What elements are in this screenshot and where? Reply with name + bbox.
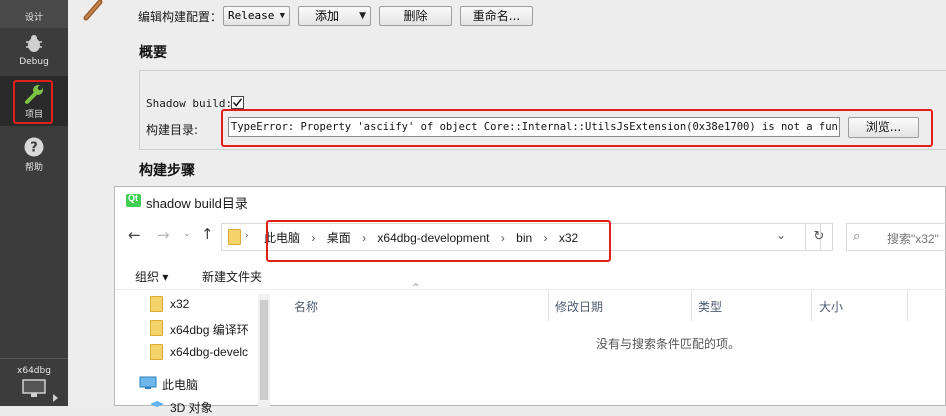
column-header-name[interactable]: 名称 xyxy=(294,298,318,315)
empty-results-message: 没有与搜索条件匹配的项。 xyxy=(596,337,741,351)
column-header-date[interactable]: 修改日期 xyxy=(555,298,603,315)
up-arrow-icon[interactable]: ↑ xyxy=(201,225,214,243)
overview-section-title: 概要 xyxy=(139,45,167,61)
search-placeholder: 搜索"x32" xyxy=(887,232,939,246)
debug-bug-icon xyxy=(26,35,42,52)
recent-dropdown-icon[interactable]: ⌄ xyxy=(183,229,191,239)
3d-objects-icon xyxy=(150,401,164,407)
chevron-down-icon: ▼ xyxy=(359,11,366,21)
project-highlight-box xyxy=(13,80,53,124)
monitor-icon xyxy=(22,379,46,397)
search-icon: ⌕ xyxy=(853,229,861,244)
mode-design-label: 设计 xyxy=(24,13,43,23)
build-config-label: 编辑构建配置： xyxy=(138,10,223,24)
svg-text:?: ? xyxy=(30,141,38,156)
chevron-down-icon: ▼ xyxy=(279,11,285,21)
add-config-label: 添加 xyxy=(315,9,340,23)
column-header-size[interactable]: 大小 xyxy=(819,298,843,315)
organize-menu-button[interactable]: 组织 ▾ xyxy=(135,268,168,285)
tree-item-this-pc[interactable]: 此电脑 xyxy=(162,376,198,393)
back-arrow-icon[interactable]: ← xyxy=(128,226,141,244)
kit-arrow-icon xyxy=(53,394,58,402)
forward-arrow-icon[interactable]: → xyxy=(157,226,170,244)
column-separator xyxy=(811,291,812,321)
mode-help-button[interactable]: ? 帮助 xyxy=(0,136,68,173)
folder-icon xyxy=(150,296,163,312)
chevron-right-icon: › xyxy=(245,231,249,241)
folder-icon xyxy=(150,320,163,336)
scrollbar-thumb[interactable] xyxy=(260,300,268,400)
shadow-build-checkbox[interactable] xyxy=(231,96,244,109)
sidebar-divider xyxy=(0,358,68,359)
mode-help-label: 帮助 xyxy=(24,163,43,173)
checkmark-icon xyxy=(232,98,243,107)
rename-config-button[interactable]: 重命名... xyxy=(460,6,533,26)
search-box[interactable]: ⌕ 搜索"x32" xyxy=(846,223,946,251)
address-dropdown-icon[interactable]: ⌄ xyxy=(776,228,786,242)
shadow-build-label: Shadow build: xyxy=(146,97,233,110)
help-icon: ? xyxy=(24,137,44,157)
qt-logo-icon: Qt xyxy=(126,193,141,207)
tree-item-x32[interactable]: x32 xyxy=(170,297,189,311)
navigation-scrollbar[interactable] xyxy=(258,294,270,407)
hammer-icon xyxy=(83,0,103,21)
dialog-title: shadow build目录 xyxy=(146,196,248,211)
sort-indicator-icon: ^ xyxy=(412,283,420,293)
mode-debug-button[interactable]: Debug xyxy=(0,34,68,67)
build-steps-section-title: 构建步骤 xyxy=(139,163,195,179)
tree-item-3d-objects[interactable]: 3D 对象 xyxy=(170,399,213,416)
new-folder-button[interactable]: 新建文件夹 xyxy=(202,268,262,285)
mode-debug-label: Debug xyxy=(19,57,49,67)
build-dir-highlight-box xyxy=(221,109,933,147)
folder-icon xyxy=(228,229,241,245)
mode-selector-sidebar: 设计 Debug 项目 ? 帮助 x64dbg xyxy=(0,0,68,406)
kit-label: x64dbg xyxy=(17,366,51,376)
navigation-pane: x32 x64dbg 编译环 x64dbg-develc 此电脑 3D 对象 xyxy=(115,290,275,415)
folder-icon xyxy=(150,344,163,360)
column-header-type[interactable]: 类型 xyxy=(698,298,722,315)
column-separator xyxy=(548,291,549,321)
column-separator xyxy=(691,291,692,321)
computer-icon xyxy=(139,376,157,389)
build-config-value: Release xyxy=(228,9,275,22)
mode-design-button[interactable]: 设计 xyxy=(0,0,68,23)
build-config-combo[interactable]: Release ▼ xyxy=(223,6,290,26)
shadow-build-dir-dialog: Qt shadow build目录 ← → ⌄ ↑ › 此电脑 › 桌面 › x… xyxy=(114,186,946,415)
build-dir-label: 构建目录: xyxy=(146,123,199,137)
column-separator xyxy=(907,291,908,321)
tree-item-dev[interactable]: x64dbg-develc xyxy=(170,345,258,359)
add-config-button[interactable]: 添加 ▼ xyxy=(298,6,371,26)
refresh-icon[interactable]: ↻ xyxy=(805,223,833,251)
tree-item-build-env[interactable]: x64dbg 编译环 xyxy=(170,321,258,338)
breadcrumb-highlight-box xyxy=(266,220,611,262)
delete-config-button[interactable]: 删除 xyxy=(379,6,452,26)
